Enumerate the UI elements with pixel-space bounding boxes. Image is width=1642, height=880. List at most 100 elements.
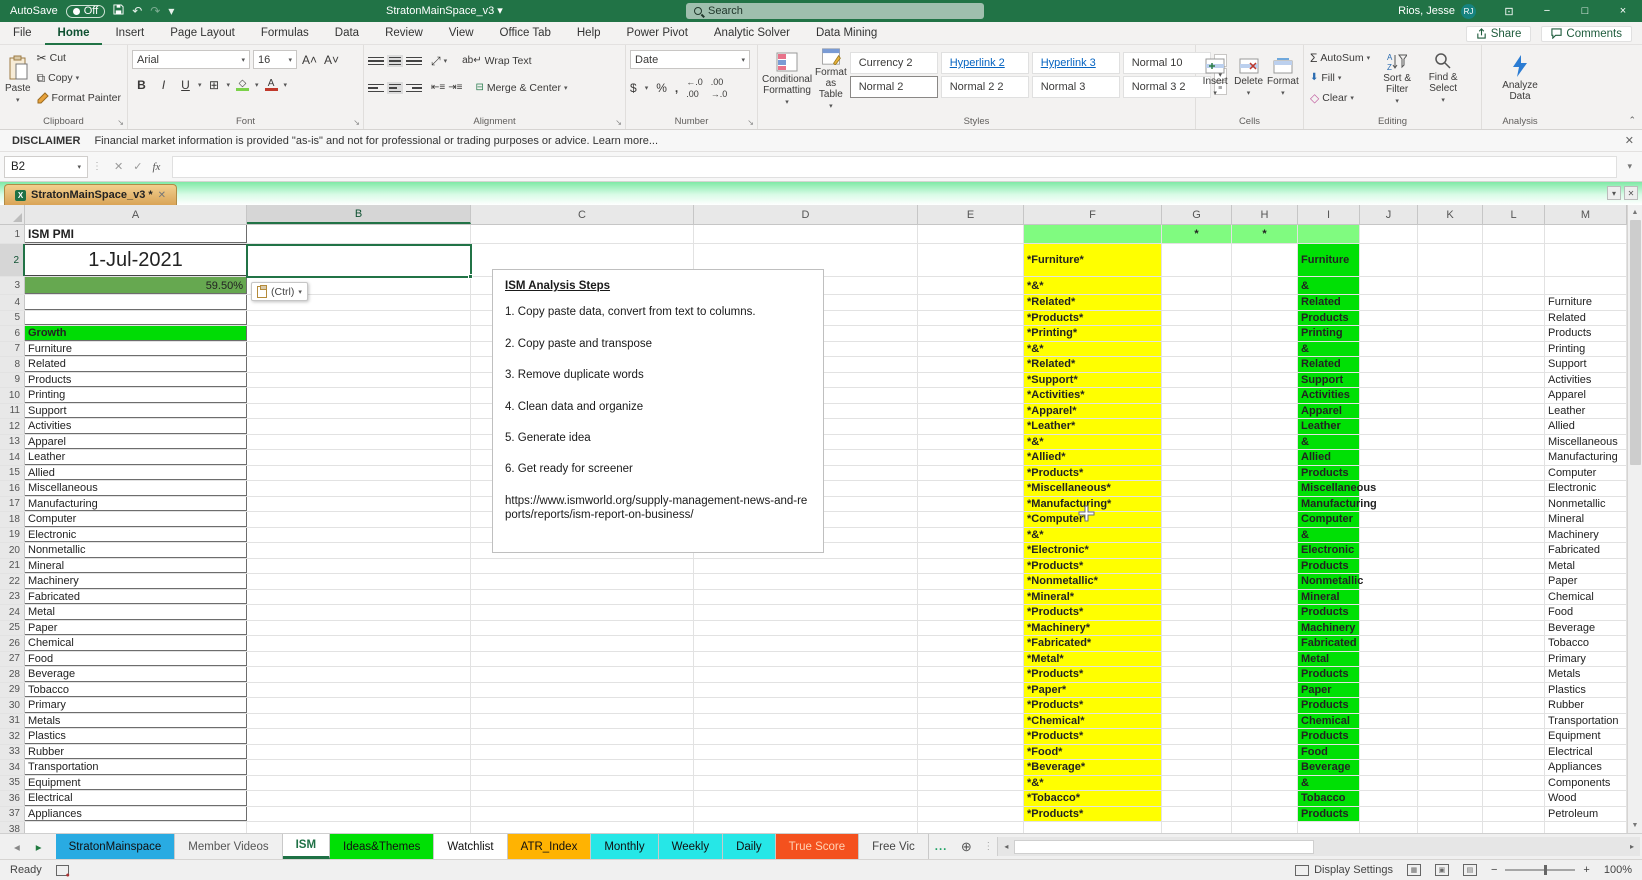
cell-L17[interactable] (1483, 497, 1545, 512)
cell-K30[interactable] (1418, 698, 1483, 713)
cell-J32[interactable] (1360, 729, 1418, 744)
cell-L12[interactable] (1483, 419, 1545, 434)
cell-I16[interactable]: Miscellaneous (1298, 481, 1360, 496)
cell-G7[interactable] (1162, 342, 1232, 357)
cell-D34[interactable] (694, 760, 918, 775)
comments-button[interactable]: Comments (1541, 26, 1632, 42)
cell-L3[interactable] (1483, 277, 1545, 294)
cell-A10[interactable]: Printing (25, 388, 247, 403)
cell-D37[interactable] (694, 807, 918, 822)
cell-J30[interactable] (1360, 698, 1418, 713)
cell-F24[interactable]: *Products* (1024, 605, 1162, 620)
row-header-13[interactable]: 13 (0, 435, 25, 450)
cell-A13[interactable]: Apparel (25, 435, 247, 450)
cell-K36[interactable] (1418, 791, 1483, 806)
cell-I15[interactable]: Products (1298, 466, 1360, 481)
document-tab-close-icon[interactable]: ✕ (158, 190, 166, 201)
cell-K38[interactable] (1418, 822, 1483, 833)
formula-input[interactable] (172, 156, 1617, 178)
cell-L25[interactable] (1483, 621, 1545, 636)
cell-H21[interactable] (1232, 559, 1298, 574)
column-header-K[interactable]: K (1418, 205, 1483, 224)
cell-K33[interactable] (1418, 745, 1483, 760)
cell-G34[interactable] (1162, 760, 1232, 775)
cell-H5[interactable] (1232, 311, 1298, 326)
decrease-decimal-button[interactable]: .00→.0 (711, 76, 728, 100)
cell-A17[interactable]: Manufacturing (25, 497, 247, 512)
cell-E2[interactable] (918, 244, 1024, 276)
cell-B38[interactable] (247, 822, 471, 833)
align-left-button[interactable] (368, 84, 384, 93)
cell-H6[interactable] (1232, 326, 1298, 341)
style-currency-2[interactable]: Currency 2 (850, 52, 938, 74)
cell-C34[interactable] (471, 760, 694, 775)
cell-J5[interactable] (1360, 311, 1418, 326)
cell-M24[interactable]: Food (1545, 605, 1627, 620)
cell-G31[interactable] (1162, 714, 1232, 729)
cell-M9[interactable]: Activities (1545, 373, 1627, 388)
cell-M36[interactable]: Wood (1545, 791, 1627, 806)
cell-G8[interactable] (1162, 357, 1232, 372)
cell-A6[interactable]: Growth (25, 326, 247, 341)
cell-E32[interactable] (918, 729, 1024, 744)
cell-I2[interactable]: Furniture (1298, 244, 1360, 276)
cell-H16[interactable] (1232, 481, 1298, 496)
cell-E20[interactable] (918, 543, 1024, 558)
cell-M21[interactable]: Metal (1545, 559, 1627, 574)
cell-I7[interactable]: & (1298, 342, 1360, 357)
row-header-22[interactable]: 22 (0, 574, 25, 589)
cell-G19[interactable] (1162, 528, 1232, 543)
cell-L22[interactable] (1483, 574, 1545, 589)
cell-A3[interactable]: 59.50% (25, 277, 247, 294)
column-header-D[interactable]: D (694, 205, 918, 224)
cell-I23[interactable]: Mineral (1298, 590, 1360, 605)
cell-J19[interactable] (1360, 528, 1418, 543)
row-header-5[interactable]: 5 (0, 311, 25, 326)
cancel-formula-icon[interactable]: ✕ (114, 160, 123, 173)
cell-C29[interactable] (471, 683, 694, 698)
row-header-23[interactable]: 23 (0, 590, 25, 605)
cell-C26[interactable] (471, 636, 694, 651)
new-sheet-button[interactable]: ⊕ (953, 834, 979, 859)
cell-M7[interactable]: Printing (1545, 342, 1627, 357)
cell-D31[interactable] (694, 714, 918, 729)
row-header-3[interactable]: 3 (0, 277, 25, 294)
redo-button[interactable]: ↷ (150, 1, 160, 21)
cell-J36[interactable] (1360, 791, 1418, 806)
cell-E17[interactable] (918, 497, 1024, 512)
cell-I5[interactable]: Products (1298, 311, 1360, 326)
search-box[interactable]: Search (686, 3, 984, 19)
cell-K6[interactable] (1418, 326, 1483, 341)
cell-L9[interactable] (1483, 373, 1545, 388)
cell-A5[interactable] (25, 311, 247, 326)
cell-H35[interactable] (1232, 776, 1298, 791)
cell-F37[interactable]: *Products* (1024, 807, 1162, 822)
cell-B23[interactable] (247, 590, 471, 605)
ism-analysis-textbox[interactable]: ISM Analysis Steps 1. Copy paste data, c… (492, 269, 824, 553)
cell-L16[interactable] (1483, 481, 1545, 496)
cell-G20[interactable] (1162, 543, 1232, 558)
align-middle-button[interactable] (387, 55, 403, 68)
cell-K11[interactable] (1418, 404, 1483, 419)
row-header-25[interactable]: 25 (0, 621, 25, 636)
cell-I32[interactable]: Products (1298, 729, 1360, 744)
cell-G28[interactable] (1162, 667, 1232, 682)
copy-button[interactable]: ⧉Copy▾ (35, 68, 123, 88)
cell-H12[interactable] (1232, 419, 1298, 434)
cell-B20[interactable] (247, 543, 471, 558)
cell-M6[interactable]: Products (1545, 326, 1627, 341)
cell-I18[interactable]: Computer (1298, 512, 1360, 527)
cell-H3[interactable] (1232, 277, 1298, 294)
cell-D33[interactable] (694, 745, 918, 760)
cell-C38[interactable] (471, 822, 694, 833)
cell-I25[interactable]: Machinery (1298, 621, 1360, 636)
sheet-tab-monthly[interactable]: Monthly (591, 834, 658, 859)
cell-D23[interactable] (694, 590, 918, 605)
cell-A11[interactable]: Support (25, 404, 247, 419)
cell-I19[interactable]: & (1298, 528, 1360, 543)
cell-A25[interactable]: Paper (25, 621, 247, 636)
cell-E38[interactable] (918, 822, 1024, 833)
cell-M16[interactable]: Electronic (1545, 481, 1627, 496)
cell-B1[interactable] (247, 225, 471, 243)
cell-C25[interactable] (471, 621, 694, 636)
